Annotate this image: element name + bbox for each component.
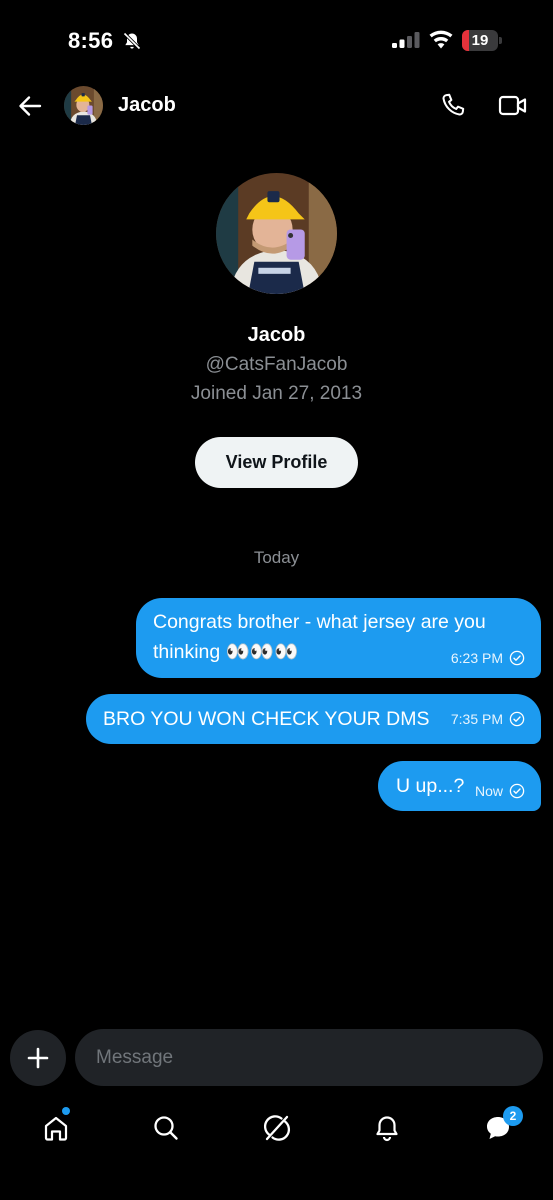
wifi-icon xyxy=(429,30,453,49)
tab-search[interactable] xyxy=(146,1108,186,1148)
header-name: Jacob xyxy=(118,94,176,116)
read-receipt-icon xyxy=(509,711,525,727)
conversation-header: Jacob xyxy=(0,80,553,132)
message-bubble[interactable]: BRO YOU WON CHECK YOUR DMS 7:35 PM xyxy=(86,694,541,744)
profile-handle: @CatsFanJacob xyxy=(205,354,348,375)
profile-name: Jacob xyxy=(247,324,306,346)
tab-notifications[interactable] xyxy=(367,1108,407,1148)
read-receipt-icon xyxy=(509,783,525,799)
bell-icon xyxy=(376,1116,398,1142)
message-bubble[interactable]: U up...? Now xyxy=(378,761,541,811)
plus-icon xyxy=(27,1047,49,1069)
grok-icon xyxy=(263,1115,291,1141)
message-input[interactable] xyxy=(75,1029,543,1086)
status-bar: 8:56 19 xyxy=(0,0,553,80)
message-text: BRO YOU WON CHECK YOUR DMS xyxy=(103,708,430,730)
tab-grok[interactable] xyxy=(257,1108,297,1148)
profile-joined-date: Joined Jan 27, 2013 xyxy=(190,383,363,404)
home-indicator xyxy=(205,1182,348,1187)
message-time: 6:23 PM xyxy=(450,650,503,666)
tab-bar xyxy=(0,1100,553,1160)
avatar-image xyxy=(64,86,103,125)
status-time: 8:56 xyxy=(68,28,114,53)
message-meta: 7:35 PM xyxy=(451,711,525,727)
video-camera-icon[interactable] xyxy=(498,93,528,118)
arrow-left-icon[interactable] xyxy=(16,92,44,120)
profile-avatar-image xyxy=(216,173,337,294)
battery-indicator: 19 xyxy=(462,30,502,51)
avatar[interactable] xyxy=(64,86,103,125)
message-meta: 6:23 PM xyxy=(451,650,525,666)
battery-cap xyxy=(499,37,502,44)
battery-percent: 19 xyxy=(471,32,489,49)
home-icon xyxy=(44,1116,68,1141)
profile-avatar[interactable] xyxy=(216,173,337,294)
message-time: 7:35 PM xyxy=(450,711,503,727)
bell-off-icon xyxy=(123,32,141,50)
message-time: Now xyxy=(474,783,503,799)
read-receipt-icon xyxy=(509,650,525,666)
phone-icon[interactable] xyxy=(439,92,466,119)
messages-badge: 2 xyxy=(503,1106,523,1126)
cellular-signal-icon xyxy=(392,32,420,48)
battery-body: 19 xyxy=(462,30,498,51)
message-bubble[interactable]: Congrats brother - what jersey are you t… xyxy=(136,598,541,678)
search-icon xyxy=(154,1116,178,1140)
tab-home[interactable] xyxy=(36,1108,76,1148)
message-meta: Now xyxy=(475,783,525,799)
date-separator: Today xyxy=(253,548,300,567)
message-text: U up...? xyxy=(396,775,465,797)
view-profile-button[interactable]: View Profile xyxy=(195,437,358,488)
add-attachment-button[interactable] xyxy=(10,1030,66,1086)
home-notification-dot xyxy=(62,1107,70,1115)
